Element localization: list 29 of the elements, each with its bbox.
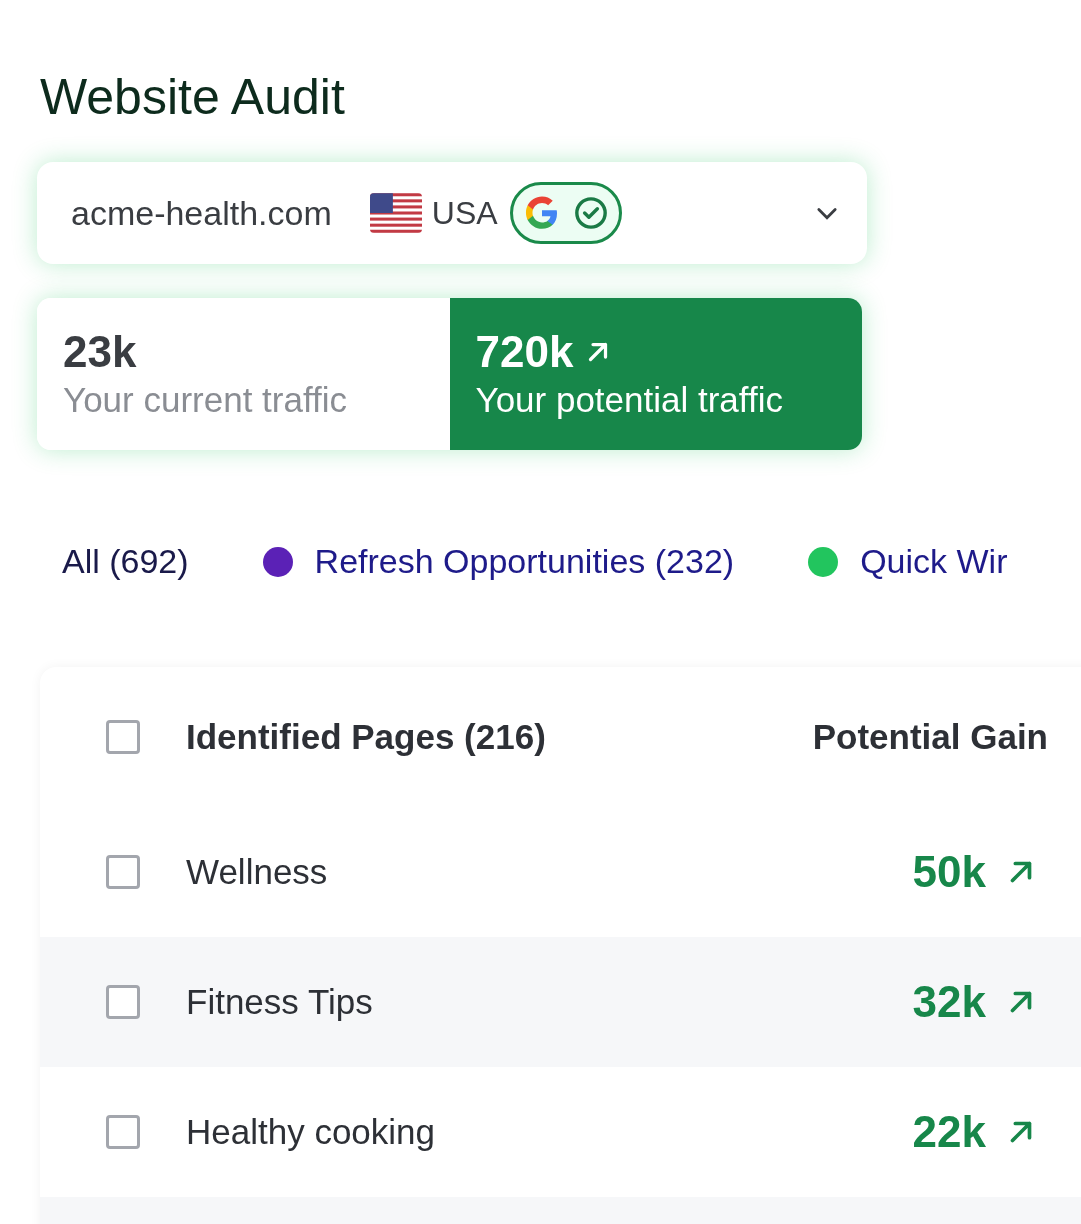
google-g-icon (523, 195, 560, 231)
gain-value: 32k (912, 976, 986, 1028)
site-selector[interactable]: acme-health.com USA (37, 162, 867, 264)
checkbox[interactable] (106, 985, 140, 1019)
page-name: Wellness (186, 850, 329, 893)
column-header: Identified Pages (216) (186, 715, 547, 758)
page-name: Healthy cooking (186, 1110, 437, 1153)
column-header: Potential Gain (812, 715, 1048, 758)
gain-value: 22k (912, 1106, 986, 1158)
check-circle-icon (573, 196, 608, 230)
traffic-card[interactable]: 720k Your potential traffic (449, 298, 862, 450)
traffic-value: 23k (63, 326, 137, 378)
traffic-label: Your current traffic (63, 379, 349, 421)
page-title: Website Audit (40, 68, 345, 126)
filter-tab[interactable]: All (692) (62, 536, 189, 587)
checkbox[interactable] (106, 855, 140, 889)
country-text: USA (431, 194, 498, 233)
traffic-card[interactable]: 23k Your current traffic (37, 298, 450, 450)
us-flag-icon (369, 193, 422, 233)
gain-value: 50k (912, 846, 986, 898)
traffic-value: 720k (475, 326, 574, 378)
traffic-label: Your potential traffic (475, 379, 784, 421)
table-row[interactable]: Fitness Tips 32k (40, 937, 1081, 1067)
filter-tab[interactable]: Quick Wir (808, 536, 1008, 587)
checkbox[interactable] (106, 720, 140, 754)
domain-text: acme-health.com (71, 192, 332, 234)
checkbox[interactable] (106, 1115, 140, 1149)
filter-tab[interactable]: Refresh Opportunities (232) (262, 536, 735, 587)
page-name: Fitness Tips (186, 980, 374, 1023)
